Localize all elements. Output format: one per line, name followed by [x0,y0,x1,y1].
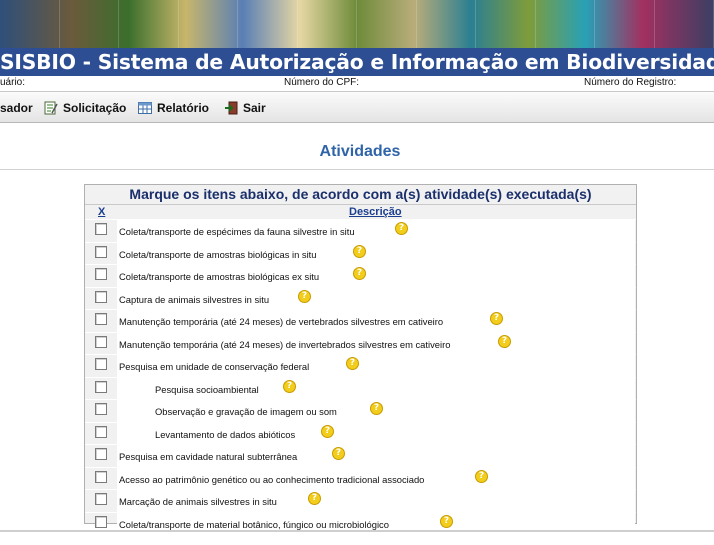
column-header-select[interactable]: X [98,206,105,218]
menu-item-sair[interactable]: Sair [224,99,266,116]
registro-label: Número do Registro: [584,77,677,88]
activity-label: Pesquisa em cavidade natural subterrânea [119,451,298,462]
help-icon[interactable]: ? [283,379,296,393]
activities-list: Coleta/transporte de espécimes da fauna … [85,219,636,534]
activity-cell: Pesquisa socioambiental? [117,377,635,399]
help-icon[interactable]: ? [475,469,488,483]
activity-checkbox[interactable] [95,380,107,393]
menu-item-relatorio[interactable]: Relatório [138,99,209,116]
activity-checkbox[interactable] [95,335,107,348]
report-table-icon [138,101,152,115]
activity-checkbox[interactable] [95,358,107,370]
activities-panel: Marque os itens abaixo, de acordo com a(… [84,184,637,534]
wildlife-photo-strip [0,0,714,50]
menu-item-label: sador [0,100,33,115]
help-icon[interactable]: ? [298,289,311,303]
activity-cell: Coleta/transporte de espécimes da fauna … [117,220,635,242]
activity-row: Manutenção temporária (até 24 meses) de … [85,309,636,332]
activity-cell: Acesso ao patrimônio genético ou ao conh… [117,467,635,489]
activity-checkbox[interactable] [95,448,107,460]
divider [0,169,714,170]
help-icon[interactable]: ? [308,492,321,505]
help-icon[interactable]: ? [440,514,453,528]
help-icon[interactable]: ? [498,334,511,348]
activity-checkbox[interactable] [95,290,107,303]
activity-cell: Pesquisa em cavidade natural subterrânea… [117,445,635,467]
activity-label: Observação e gravação de imagem ou som [155,406,337,417]
column-header-description[interactable]: Descrição [349,206,402,218]
activity-label: Coleta/transporte de amostras biológicas… [119,248,317,260]
menu-item-label: Sair [243,100,266,115]
activity-row: Coleta/transporte de amostras biológicas… [85,264,636,287]
help-icon[interactable]: ? [490,312,503,325]
activity-cell: Coleta/transporte de amostras biológicas… [117,265,635,287]
help-icon[interactable]: ? [353,244,366,258]
activity-label: Captura de animais silvestres in situ [119,293,270,305]
menu-item-usuario[interactable]: sador [0,99,33,116]
activity-row: Manutenção temporária (até 24 meses) de … [85,331,636,354]
user-label: uário: [0,77,26,88]
activity-label: Levantamento de dados abióticos [155,428,296,440]
activity-checkbox[interactable] [95,313,107,325]
activity-checkbox[interactable] [95,223,107,235]
activity-label: Coleta/transporte de espécimes da fauna … [119,226,355,237]
activity-checkbox[interactable] [95,470,107,483]
activity-cell: Marcação de animais silvestres in situ? [117,490,635,512]
user-info-bar: uário: Número do CPF: Número do Registro… [0,76,714,92]
help-icon[interactable]: ? [370,402,383,415]
menu-item-label: Solicitação [63,100,127,115]
activity-row: Pesquisa em cavidade natural subterrânea… [85,444,636,467]
activity-row: Captura de animais silvestres in situ? [85,286,636,309]
header-banner: SISBIO - Sistema de Autorização e Inform… [0,0,714,76]
activity-row: Coleta/transporte de amostras biológicas… [85,241,636,264]
activity-checkbox[interactable] [95,403,107,415]
help-icon[interactable]: ? [332,447,345,460]
table-header: X Descrição [85,205,636,219]
activity-row: Coleta/transporte de espécimes da fauna … [85,219,636,242]
help-icon[interactable]: ? [321,424,334,438]
activity-checkbox[interactable] [95,515,107,528]
main-menu: sador Solicitação Relatório Sair [0,92,714,123]
activity-row: Observação e gravação de imagem ou som? [85,399,636,422]
activity-checkbox[interactable] [95,493,107,505]
activity-checkbox[interactable] [95,268,107,280]
menu-item-label: Relatório [157,100,210,115]
bottom-divider [0,530,714,532]
activity-row: Levantamento de dados abióticos? [85,421,636,444]
activity-label: Pesquisa socioambiental [155,383,259,395]
activity-row: Pesquisa em unidade de conservação feder… [85,354,636,377]
app-title: SISBIO - Sistema de Autorização e Inform… [0,50,714,74]
activity-cell: Coleta/transporte de amostras biológicas… [117,242,635,264]
help-icon[interactable]: ? [346,357,359,370]
activity-checkbox[interactable] [95,245,107,258]
activity-row: Acesso ao patrimônio genético ou ao conh… [85,466,636,489]
cpf-label: Número do CPF: [284,77,360,88]
activity-cell: Observação e gravação de imagem ou som? [117,400,635,422]
activity-cell: Captura de animais silvestres in situ? [117,287,635,309]
help-icon[interactable]: ? [353,267,366,280]
panel-heading: Marque os itens abaixo, de acordo com a(… [85,185,636,205]
activity-label: Manutenção temporária (até 24 meses) de … [119,316,444,327]
activity-cell: Pesquisa em unidade de conservação feder… [117,355,635,377]
activity-cell: Manutenção temporária (até 24 meses) de … [117,310,635,332]
activity-label: Coleta/transporte de amostras biológicas… [119,271,320,282]
activity-row: Pesquisa socioambiental? [85,376,636,399]
app-title-bar: SISBIO - Sistema de Autorização e Inform… [0,48,714,76]
activity-label: Marcação de animais silvestres in situ [119,496,277,507]
activity-cell: Levantamento de dados abióticos? [117,422,635,444]
activity-label: Acesso ao patrimônio genético ou ao conh… [119,473,425,485]
activity-checkbox[interactable] [95,425,107,438]
exit-door-icon [224,101,238,115]
activity-cell: Manutenção temporária (até 24 meses) de … [117,332,635,354]
help-icon[interactable]: ? [395,222,408,235]
request-form-icon [44,101,58,115]
page-title: Atividades [319,143,401,160]
activity-label: Coleta/transporte de material botânico, … [119,518,389,530]
activity-label: Manutenção temporária (até 24 meses) de … [119,338,451,350]
menu-item-solicitacao[interactable]: Solicitação [44,99,126,116]
activity-row: Marcação de animais silvestres in situ? [85,489,636,512]
activity-label: Pesquisa em unidade de conservação feder… [119,361,310,372]
